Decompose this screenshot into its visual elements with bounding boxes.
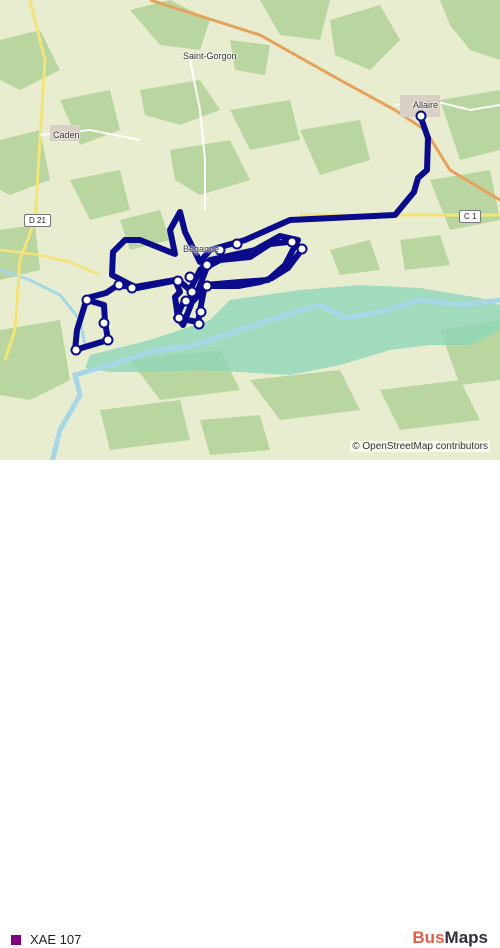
- bus-stop[interactable]: [296, 243, 308, 255]
- place-label-saint-gorgon: Saint-Gorgon: [183, 51, 237, 61]
- bus-stop[interactable]: [81, 294, 93, 306]
- bus-stop[interactable]: [126, 282, 138, 294]
- bus-stop[interactable]: [201, 259, 213, 271]
- bus-stop[interactable]: [172, 275, 184, 287]
- bus-stop[interactable]: [184, 271, 196, 283]
- wetland-area: [85, 285, 500, 375]
- line-name: XAE 107: [30, 932, 82, 947]
- place-label-allaire: Allaire: [413, 100, 439, 110]
- bus-stop[interactable]: [173, 312, 185, 324]
- map-canvas[interactable]: Saint-Gorgon Allaire Caden Béganne D 21 …: [0, 0, 500, 460]
- busmaps-logo[interactable]: BusMaps: [412, 928, 488, 948]
- road-shield-d21: D 21: [24, 214, 51, 227]
- line-color-swatch: [11, 935, 21, 945]
- logo-text-part2: Maps: [444, 928, 488, 947]
- bus-stop[interactable]: [286, 236, 298, 248]
- bus-stop[interactable]: [195, 306, 207, 318]
- forest-areas: [0, 0, 500, 455]
- bus-stop[interactable]: [113, 279, 125, 291]
- bus-stop[interactable]: [201, 280, 213, 292]
- bus-stop[interactable]: [98, 317, 110, 329]
- bus-stop[interactable]: [193, 318, 205, 330]
- bus-stop[interactable]: [102, 334, 114, 346]
- footer-bar: XAE 107 BusMaps: [0, 460, 500, 947]
- bus-stop[interactable]: [70, 344, 82, 356]
- place-label-caden: Caden: [53, 130, 80, 140]
- map-layer: [0, 0, 500, 460]
- bus-stop[interactable]: [231, 238, 243, 250]
- bus-stop[interactable]: [180, 295, 192, 307]
- road-shield-c1: C 1: [459, 210, 482, 223]
- map-attribution[interactable]: © OpenStreetMap contributors: [350, 441, 490, 452]
- logo-text-part1: Bus: [412, 928, 445, 947]
- place-label-beganne: Béganne: [183, 244, 220, 254]
- bus-stop[interactable]: [415, 110, 427, 122]
- bus-stop[interactable]: [186, 286, 198, 298]
